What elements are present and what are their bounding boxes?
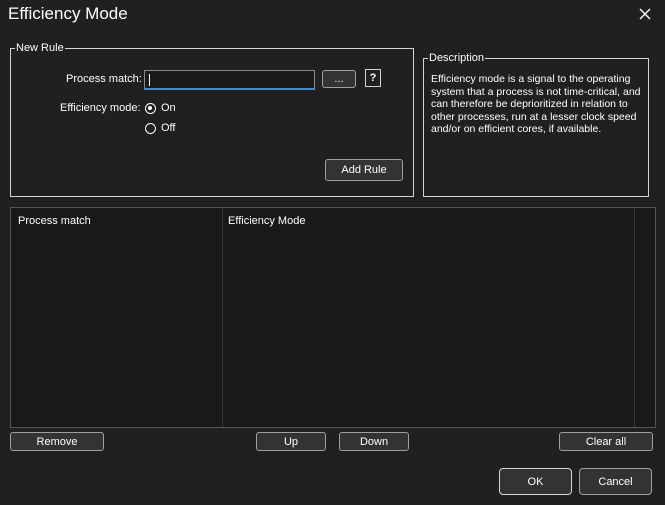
- column-header-process-match[interactable]: Process match: [18, 215, 91, 227]
- radio-off-indicator: [145, 123, 156, 134]
- up-button[interactable]: Up: [256, 432, 326, 451]
- rules-table[interactable]: Process match Efficiency Mode: [10, 207, 656, 428]
- text-caret: [149, 74, 150, 86]
- radio-on-indicator: [145, 103, 156, 114]
- description-group: Description Efficiency mode is a signal …: [423, 52, 649, 197]
- close-button[interactable]: [636, 5, 654, 23]
- process-match-input[interactable]: [144, 70, 315, 90]
- remove-button[interactable]: Remove: [10, 432, 104, 451]
- radio-off-label: Off: [161, 122, 176, 134]
- window-title: Efficiency Mode: [8, 4, 128, 23]
- add-rule-button[interactable]: Add Rule: [325, 159, 403, 181]
- clear-all-button[interactable]: Clear all: [559, 432, 653, 451]
- description-legend: Description: [428, 52, 486, 64]
- new-rule-legend: New Rule: [15, 42, 65, 54]
- help-icon: ?: [369, 72, 377, 84]
- description-text: Efficiency mode is a signal to the opera…: [431, 73, 641, 135]
- column-divider: [222, 208, 223, 427]
- radio-on-label: On: [161, 102, 176, 114]
- column-divider-end: [634, 208, 635, 427]
- ok-button[interactable]: OK: [499, 468, 572, 495]
- close-icon: [639, 8, 651, 20]
- efficiency-mode-label: Efficiency mode:: [60, 102, 141, 114]
- cancel-button[interactable]: Cancel: [579, 468, 652, 495]
- column-header-efficiency-mode[interactable]: Efficiency Mode: [228, 215, 305, 227]
- help-button[interactable]: ?: [365, 69, 381, 87]
- process-match-label: Process match:: [66, 73, 142, 85]
- browse-button[interactable]: ...: [322, 70, 356, 88]
- down-button[interactable]: Down: [339, 432, 409, 451]
